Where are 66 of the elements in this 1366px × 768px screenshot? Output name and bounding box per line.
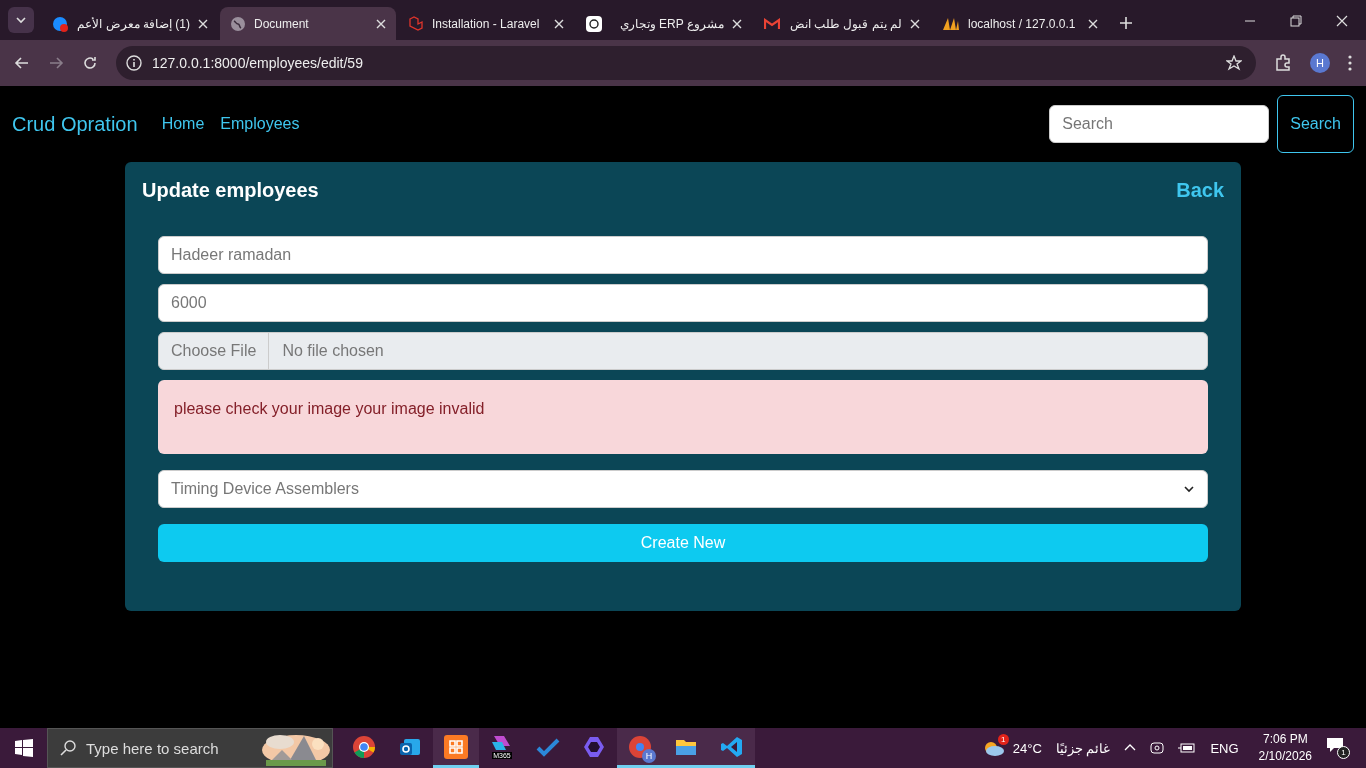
nav-link[interactable]: Employees [220, 115, 316, 133]
browser-tab[interactable]: Document [220, 7, 396, 40]
back-link[interactable]: Back [1176, 178, 1224, 202]
search-field[interactable]: Search [1049, 105, 1270, 143]
restore-icon[interactable] [1290, 15, 1302, 27]
tab-list-button[interactable] [8, 7, 34, 33]
camera-icon[interactable] [1150, 741, 1165, 755]
text-field[interactable]: 6000 [158, 284, 1208, 322]
tab-title: Document [254, 16, 310, 31]
close-tab-icon[interactable] [198, 18, 208, 29]
windows-start-icon[interactable] [15, 739, 33, 757]
close-tab-icon[interactable] [732, 18, 742, 29]
sail-logo-icon [942, 16, 960, 31]
copilot-icon[interactable] [582, 734, 606, 759]
tab-title: Installation - Laravel [432, 16, 541, 31]
profile-avatar[interactable]: H [1310, 53, 1330, 73]
card-title: Update employees [142, 178, 319, 202]
info-icon[interactable] [126, 55, 142, 71]
chevron-down-icon[interactable] [15, 14, 27, 26]
clock-time[interactable]: 7:06 PM [1262, 731, 1308, 748]
back-arrow-icon[interactable] [14, 55, 30, 71]
nav-link[interactable]: Home [161, 115, 221, 133]
puzzle-icon[interactable] [1274, 54, 1292, 72]
weather-text: غائم جزئيًا [1055, 740, 1111, 756]
browser-tab[interactable]: مشروع ERP وتجاري [576, 7, 752, 40]
browser-tab[interactable]: لم يتم قبول طلب انض [754, 7, 930, 40]
tab-title: مشروع ERP وتجاري [618, 16, 724, 31]
battery-icon[interactable] [1178, 742, 1197, 754]
error-alert: please check your image your image invalid [158, 380, 1208, 454]
close-tab-icon[interactable] [1088, 18, 1098, 29]
close-tab-icon[interactable] [910, 18, 920, 29]
reload-icon[interactable] [82, 55, 98, 71]
url-text: 127.0.0.1:8000/employees/edit/59 [152, 55, 364, 71]
cube-logo-icon [408, 15, 424, 32]
text-field[interactable]: Hadeer ramadan [158, 236, 1208, 274]
brand-link[interactable]: Crud Opration [12, 112, 138, 136]
chevron-down-icon[interactable] [1183, 483, 1195, 495]
search-button[interactable]: Search [1277, 95, 1354, 153]
close-tab-icon[interactable] [376, 18, 386, 29]
taskbar-search-field[interactable]: Type here to search [47, 728, 333, 768]
globe-icon [230, 15, 246, 32]
knot-logo-icon [586, 15, 602, 32]
close-tab-icon[interactable] [554, 18, 564, 29]
tab-title: localhost / 127.0.0.1 [968, 16, 1077, 31]
mail-logo-icon [764, 17, 780, 30]
address-bar[interactable]: 127.0.0.1:8000/employees/edit/59 [116, 46, 1256, 80]
browser-tab[interactable]: localhost / 127.0.0.1 [932, 7, 1108, 40]
browser-tab[interactable]: (1) إضافة معرض الأعم [42, 7, 218, 40]
language-indicator[interactable]: ENG [1210, 740, 1239, 756]
browser-tab[interactable]: Installation - Laravel [398, 7, 574, 40]
temperature-text: 24°C [1012, 740, 1042, 756]
close-icon[interactable] [1336, 15, 1348, 27]
tab-title: (1) إضافة معرض الأعم [76, 16, 190, 31]
search-icon [60, 740, 76, 756]
forward-arrow-icon[interactable] [48, 55, 64, 71]
tab-title: لم يتم قبول طلب انض [788, 16, 902, 31]
more-menu-icon[interactable] [1348, 55, 1352, 71]
xampp-icon[interactable] [444, 734, 468, 759]
clock-date[interactable]: 2/10/2026 [1258, 748, 1312, 765]
chrome-icon[interactable] [352, 734, 376, 759]
globe-icon [52, 15, 68, 32]
code-editor-icon[interactable] [720, 734, 744, 759]
star-icon[interactable] [1226, 55, 1242, 71]
file-input[interactable]: Choose File No file chosen [158, 332, 1208, 370]
job-select[interactable]: Timing Device Assemblers [158, 470, 1208, 508]
new-tab-icon[interactable] [1120, 17, 1132, 29]
